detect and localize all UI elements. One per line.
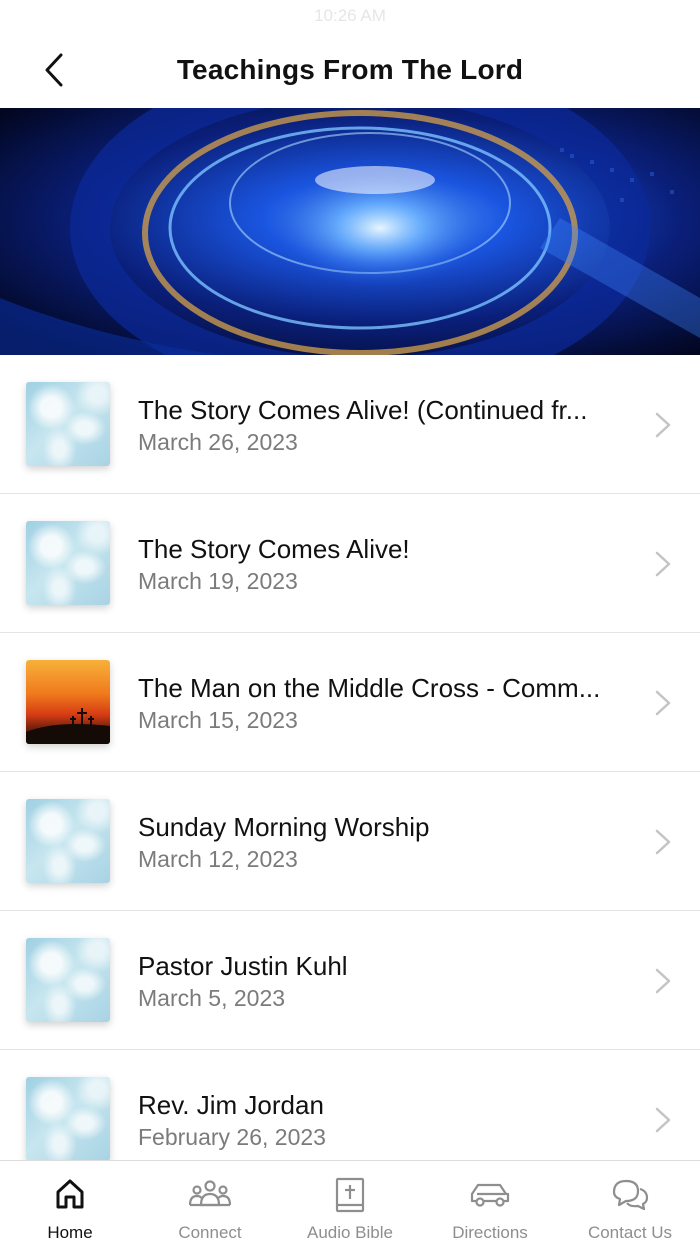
car-icon <box>470 1183 510 1207</box>
home-icon <box>56 1179 84 1209</box>
item-title: Rev. Jim Jordan <box>138 1090 324 1120</box>
page-title: Teachings From The Lord <box>176 54 524 85</box>
item-date: March 12, 2023 <box>138 846 298 872</box>
sermon-thumbnail <box>26 1077 110 1161</box>
list-item[interactable]: Pastor Justin Kuhl March 5, 2023 <box>0 911 700 1050</box>
tab-label: Audio Bible <box>306 1223 393 1242</box>
sermon-thumbnail-crosses <box>26 660 110 744</box>
people-icon <box>188 1180 232 1207</box>
chevron-right-icon <box>655 1107 671 1133</box>
chevron-right-icon <box>655 412 671 438</box>
list-item[interactable]: The Man on the Middle Cross - Comm... Ma… <box>0 633 700 772</box>
item-date: March 19, 2023 <box>138 568 298 594</box>
header-banner-image <box>0 108 700 355</box>
item-date: March 5, 2023 <box>138 985 286 1011</box>
sermon-thumbnail <box>26 382 110 466</box>
nav-header: Teachings From The Lord <box>0 28 700 108</box>
list-item[interactable]: The Story Comes Alive! (Continued fr... … <box>0 355 700 494</box>
status-bar-time: 10:26 AM <box>314 6 386 25</box>
sermon-thumbnail <box>26 799 110 883</box>
tab-home[interactable]: Home <box>0 1161 140 1245</box>
tab-connect[interactable]: Connect <box>140 1161 280 1245</box>
tab-label: Home <box>47 1223 93 1242</box>
item-title: The Story Comes Alive! (Continued fr... <box>138 395 588 425</box>
sermon-thumbnail <box>26 938 110 1022</box>
item-title: The Man on the Middle Cross - Comm... <box>138 673 601 703</box>
item-date: March 15, 2023 <box>138 707 298 733</box>
item-title: Sunday Morning Worship <box>138 812 430 842</box>
item-title: Pastor Justin Kuhl <box>138 951 348 981</box>
list-item[interactable]: The Story Comes Alive! March 19, 2023 <box>0 494 700 633</box>
item-date: February 26, 2023 <box>138 1124 326 1150</box>
item-title: The Story Comes Alive! <box>138 534 410 564</box>
sermon-thumbnail <box>26 521 110 605</box>
tab-label: Connect <box>178 1223 242 1242</box>
chevron-right-icon <box>655 968 671 994</box>
item-date: March 26, 2023 <box>138 429 298 455</box>
bottom-tab-bar: Home Connect Audio Bible Directions Cont… <box>0 1160 700 1245</box>
chevron-right-icon <box>655 551 671 577</box>
tab-directions[interactable]: Directions <box>420 1161 560 1245</box>
tab-audio-bible[interactable]: Audio Bible <box>280 1161 420 1245</box>
teachings-list: The Story Comes Alive! (Continued fr... … <box>0 355 700 1189</box>
tab-contact-us[interactable]: Contact Us <box>560 1161 700 1245</box>
chevron-right-icon <box>655 690 671 716</box>
tab-label: Contact Us <box>587 1223 673 1242</box>
tab-label: Directions <box>452 1223 528 1242</box>
list-item[interactable]: Sunday Morning Worship March 12, 2023 <box>0 772 700 911</box>
bible-icon <box>335 1177 365 1213</box>
chat-bubbles-icon <box>612 1179 649 1211</box>
chevron-right-icon <box>655 829 671 855</box>
